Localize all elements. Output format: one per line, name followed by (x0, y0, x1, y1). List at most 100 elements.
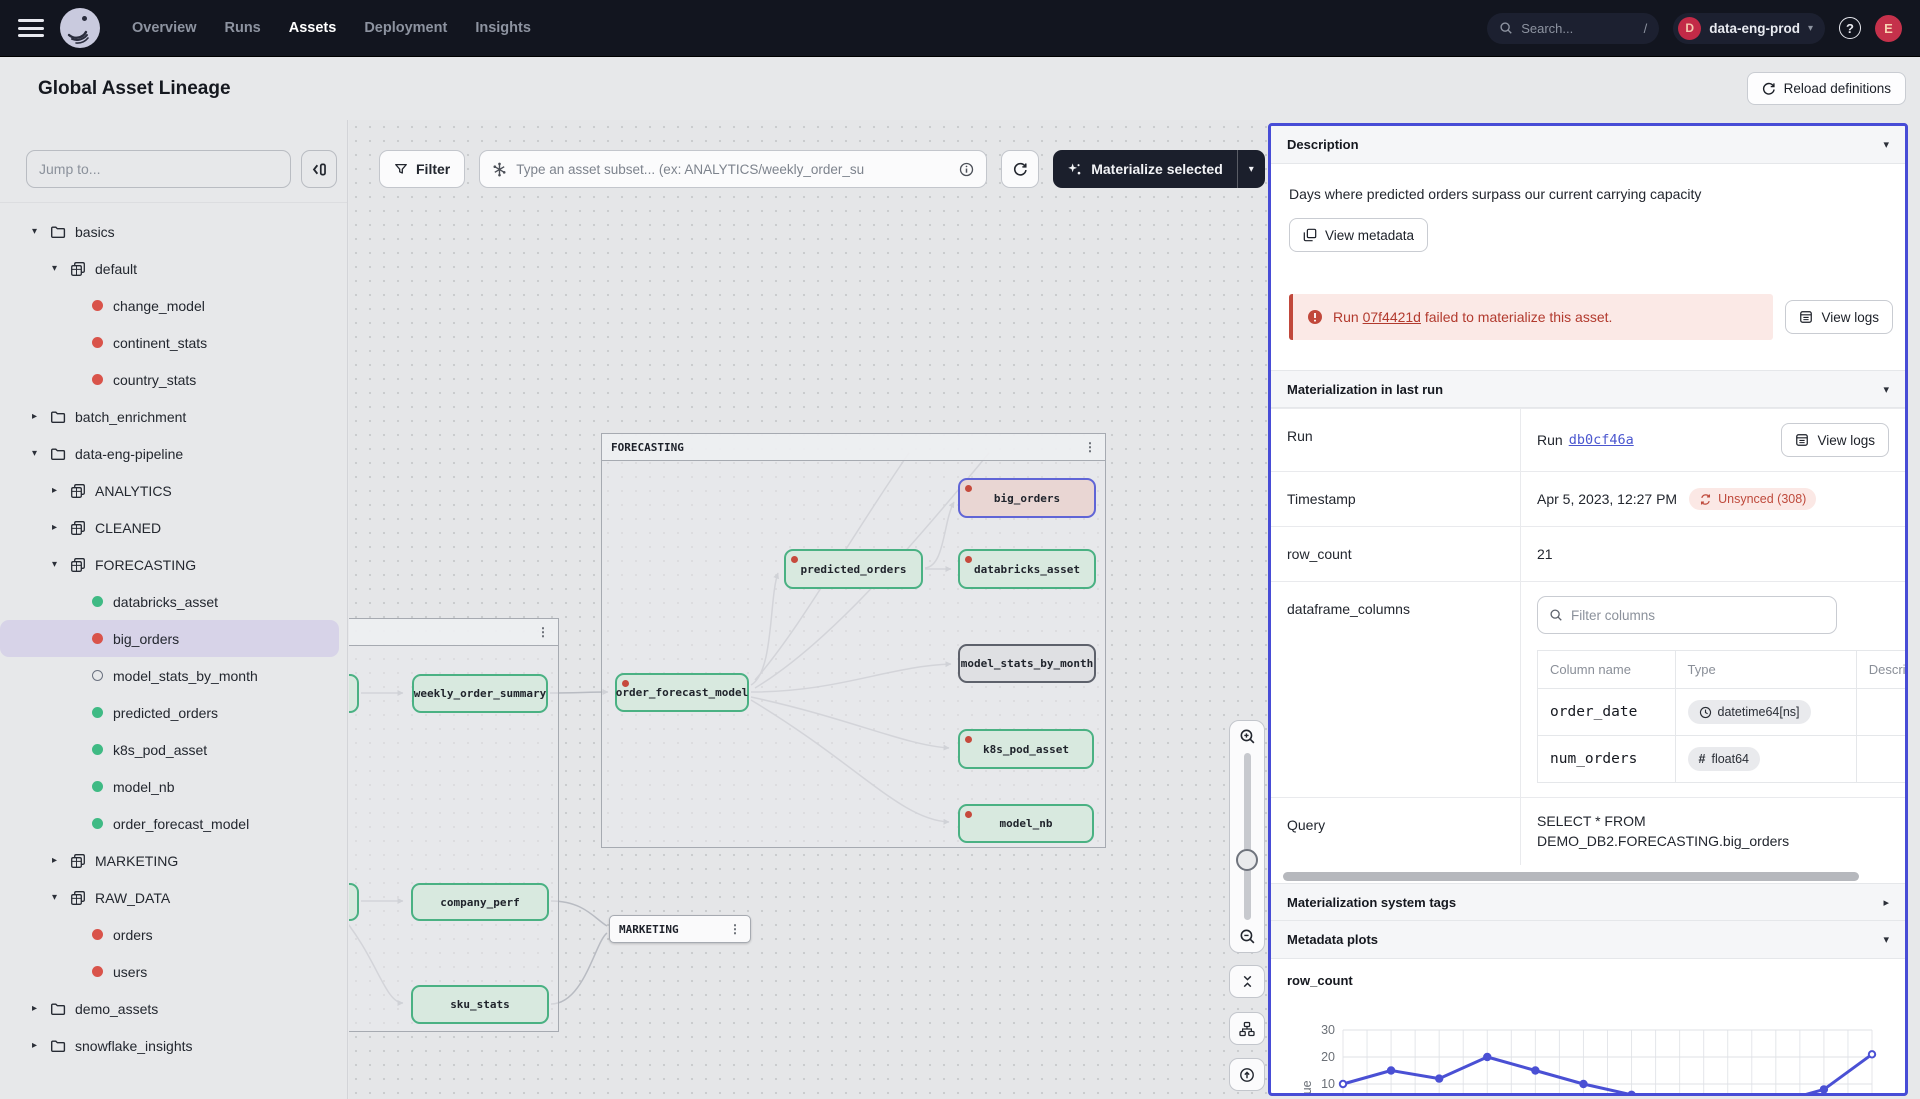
collapse-sidebar-button[interactable] (301, 150, 337, 188)
graph-node-partial[interactable] (349, 674, 359, 713)
graph-node-sku_stats[interactable]: sku_stats (411, 985, 549, 1024)
group-collapse-icon[interactable]: ⋮ (729, 922, 741, 936)
collapse-groups-button[interactable] (1229, 965, 1265, 998)
materialize-selected-button[interactable]: Materialize selected ▾ (1053, 150, 1265, 188)
chevron-down-icon[interactable]: ▾ (1883, 138, 1889, 151)
caret-down-icon[interactable]: ▾ (52, 892, 70, 903)
nav-insights[interactable]: Insights (475, 20, 531, 36)
caret-right-icon[interactable]: ▸ (52, 485, 70, 496)
sidebar-item-FORECASTING[interactable]: ▾FORECASTING (0, 546, 347, 583)
sidebar-item-predicted_orders[interactable]: predicted_orders (0, 694, 347, 731)
sidebar-item-basics[interactable]: ▾basics (0, 213, 347, 250)
sidebar-item-databricks_asset[interactable]: databricks_asset (0, 583, 347, 620)
caret-right-icon[interactable]: ▸ (32, 1040, 50, 1051)
sidebar-item-demo_assets[interactable]: ▸demo_assets (0, 990, 347, 1027)
horizontal-scrollbar[interactable] (1283, 872, 1859, 881)
sidebar-item-data-eng-pipeline[interactable]: ▾data-eng-pipeline (0, 435, 347, 472)
sidebar-item-label: snowflake_insights (75, 1038, 193, 1054)
zoom-out-icon[interactable] (1239, 928, 1256, 945)
refresh-graph-button[interactable] (1001, 150, 1039, 188)
menu-icon[interactable] (18, 19, 44, 37)
sidebar-item-CLEANED[interactable]: ▸CLEANED (0, 509, 347, 546)
run-id-link[interactable]: db0cf46a (1569, 432, 1634, 448)
sidebar-item-MARKETING[interactable]: ▸MARKETING (0, 842, 347, 879)
sidebar-item-k8s_pod_asset[interactable]: k8s_pod_asset (0, 731, 347, 768)
view-logs-button[interactable]: View logs (1785, 300, 1893, 334)
view-logs-button[interactable]: View logs (1781, 423, 1889, 457)
system-tags-section-header[interactable]: Materialization system tags ▸ (1271, 883, 1905, 921)
sidebar-item-ANALYTICS[interactable]: ▸ANALYTICS (0, 472, 347, 509)
filter-button[interactable]: Filter (379, 150, 465, 188)
nav-assets[interactable]: Assets (289, 20, 337, 36)
node-label: model_nb (996, 817, 1057, 830)
info-icon[interactable] (959, 162, 974, 177)
metadata-plots-section-header[interactable]: Metadata plots ▾ (1271, 921, 1905, 959)
sidebar-item-big_orders[interactable]: big_orders (0, 620, 339, 657)
help-icon[interactable]: ? (1839, 17, 1861, 39)
materialize-options-caret[interactable]: ▾ (1237, 150, 1265, 188)
recenter-button[interactable] (1229, 1058, 1265, 1091)
jump-to-box[interactable] (26, 150, 291, 188)
sidebar-item-default[interactable]: ▾default (0, 250, 347, 287)
view-metadata-button[interactable]: View metadata (1289, 218, 1428, 252)
chevron-down-icon[interactable]: ▾ (1883, 933, 1889, 946)
zoom-in-icon[interactable] (1239, 728, 1256, 745)
failed-run-link[interactable]: 07f4421d (1363, 309, 1421, 325)
chevron-down-icon[interactable]: ▾ (1883, 383, 1889, 396)
graph-node-partial[interactable] (349, 883, 359, 921)
caret-right-icon[interactable]: ▸ (52, 522, 70, 533)
search-input[interactable] (1521, 21, 1635, 36)
sidebar-item-model_stats_by_month[interactable]: model_stats_by_month (0, 657, 347, 694)
graph-node-predicted_orders[interactable]: predicted_orders (784, 549, 923, 589)
graph-node-big_orders[interactable]: big_orders (958, 478, 1096, 518)
nav-runs[interactable]: Runs (225, 20, 261, 36)
layout-tree-button[interactable] (1229, 1012, 1265, 1045)
global-search[interactable]: / (1487, 13, 1659, 44)
sidebar-item-order_forecast_model[interactable]: order_forecast_model (0, 805, 347, 842)
sidebar-item-change_model[interactable]: change_model (0, 287, 347, 324)
sidebar-item-batch_enrichment[interactable]: ▸batch_enrichment (0, 398, 347, 435)
sidebar-item-orders[interactable]: orders (0, 916, 347, 953)
caret-down-icon[interactable]: ▾ (52, 559, 70, 570)
asset-subset-input[interactable] (516, 162, 950, 177)
caret-right-icon[interactable]: ▸ (32, 1003, 50, 1014)
sidebar-item-users[interactable]: users (0, 953, 347, 990)
group-collapse-icon[interactable]: ⋮ (537, 625, 549, 639)
graph-node-weekly_order_summary[interactable]: weekly_order_summary (412, 674, 548, 713)
graph-node-company_perf[interactable]: company_perf (411, 883, 549, 921)
graph-node-k8s_pod_asset[interactable]: k8s_pod_asset (958, 729, 1094, 769)
reload-definitions-button[interactable]: Reload definitions (1747, 72, 1906, 105)
avatar[interactable]: E (1875, 15, 1902, 42)
zoom-slider-handle[interactable] (1236, 849, 1258, 871)
dagster-logo-icon[interactable] (60, 8, 100, 48)
caret-down-icon[interactable]: ▾ (32, 226, 50, 237)
caret-down-icon[interactable]: ▾ (52, 263, 70, 274)
zoom-slider-track[interactable] (1244, 753, 1251, 920)
sidebar-item-continent_stats[interactable]: continent_stats (0, 324, 347, 361)
jump-to-input[interactable] (39, 161, 278, 177)
sidebar-item-snowflake_insights[interactable]: ▸ snowflake_insights (0, 1027, 347, 1064)
graph-node-databricks_asset[interactable]: databricks_asset (958, 549, 1096, 589)
sidebar-item-RAW_DATA[interactable]: ▾RAW_DATA (0, 879, 347, 916)
caret-right-icon[interactable]: ▸ (32, 411, 50, 422)
asset-subset-box[interactable] (479, 150, 987, 188)
graph-group-MARKETING[interactable]: MARKETING⋮ (609, 915, 751, 943)
deployment-switcher[interactable]: D data-eng-prod ▾ (1673, 13, 1825, 44)
nav-deployment[interactable]: Deployment (364, 20, 447, 36)
nav-overview[interactable]: Overview (132, 20, 197, 36)
sidebar-item-model_nb[interactable]: model_nb (0, 768, 347, 805)
caret-right-icon[interactable]: ▸ (52, 855, 70, 866)
unsynced-badge[interactable]: Unsynced (308) (1689, 488, 1816, 510)
graph-node-order_forecast_model[interactable]: order_forecast_model (615, 673, 749, 712)
graph-node-model_stats_by_month[interactable]: model_stats_by_month (958, 644, 1096, 683)
graph-node-model_nb[interactable]: model_nb (958, 804, 1094, 843)
materialization-section-header[interactable]: Materialization in last run ▾ (1271, 370, 1905, 408)
filter-columns-box[interactable] (1537, 596, 1837, 634)
lineage-canvas[interactable]: FORECASTING⋮⋮MARKETING⋮big_orderspredict… (349, 120, 1268, 1099)
filter-columns-input[interactable] (1571, 608, 1825, 623)
chevron-right-icon[interactable]: ▸ (1883, 896, 1889, 909)
description-section-header[interactable]: Description ▾ (1271, 126, 1905, 164)
group-collapse-icon[interactable]: ⋮ (1084, 440, 1096, 454)
caret-down-icon[interactable]: ▾ (32, 448, 50, 459)
sidebar-item-country_stats[interactable]: country_stats (0, 361, 347, 398)
